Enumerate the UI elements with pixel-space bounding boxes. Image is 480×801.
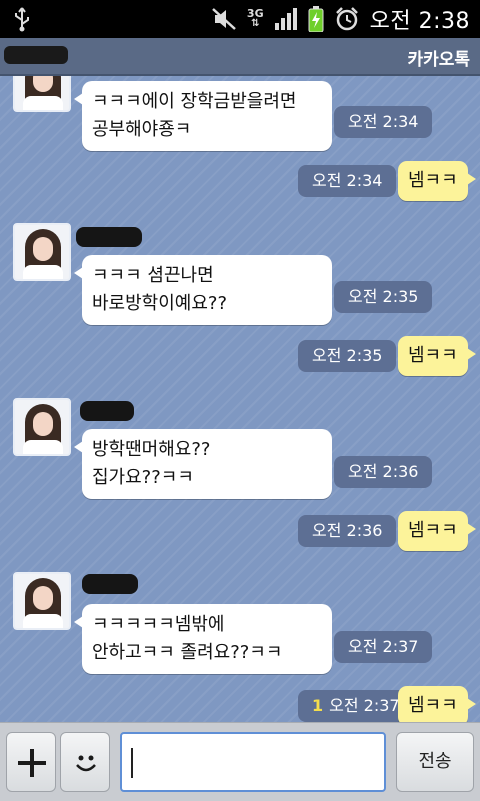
title-bar: 카카오톡 (0, 38, 480, 76)
sender-name-redacted (76, 227, 142, 247)
incoming-message-bubble[interactable]: ㅋㅋㅋㅋㅋ넴밖에 안하고ㅋㅋ 졸려요??ㅋㅋ (74, 604, 332, 674)
usb-icon (15, 7, 29, 32)
sender-name-redacted (82, 574, 138, 594)
sender-name-redacted (80, 401, 134, 421)
outgoing-message-bubble[interactable]: 넴ㅋㅋ (398, 336, 476, 376)
message-text-input[interactable] (120, 732, 386, 792)
plus-icon (18, 749, 46, 777)
status-icons: 3G ⇅ 오전 2:38 (211, 0, 470, 38)
message-time: 오전 2:36 (334, 456, 433, 488)
incoming-message-bubble[interactable]: ㅋㅋㅋ 셤끈나면 바로방학이예요?? (74, 255, 332, 325)
app-title: 카카오톡 (407, 50, 470, 70)
profile-avatar[interactable] (13, 223, 71, 281)
message-input-bar: 전송 (0, 722, 480, 801)
text-cursor (131, 748, 133, 778)
profile-avatar[interactable] (13, 76, 71, 112)
message-time: 오전 2:34 (298, 165, 397, 197)
alarm-icon (335, 7, 358, 31)
send-button[interactable]: 전송 (396, 732, 474, 792)
message-time: 오전 2:37 (334, 631, 433, 663)
clock: 오전 2:38 (369, 9, 470, 34)
message-time: 오전 2:36 (298, 515, 397, 547)
unread-count: 1 (312, 696, 324, 715)
battery-charging-icon (308, 6, 324, 32)
emoticon-icon (76, 755, 96, 772)
message-time: 오전 2:35 (298, 340, 397, 372)
chat-message-list[interactable]: ㅋㅋㅋ에이 장학금받을려면 공부해야죵ㅋ 오전 2:34 오전 2:34 넴ㅋㅋ… (0, 76, 480, 722)
incoming-message-bubble[interactable]: 방학땐머해요?? 집가요??ㅋㅋ (74, 429, 332, 499)
incoming-message-bubble[interactable]: ㅋㅋㅋ에이 장학금받을려면 공부해야죵ㅋ (74, 81, 332, 151)
mute-icon (212, 8, 236, 30)
outgoing-message-bubble[interactable]: 넴ㅋㅋ (398, 686, 476, 722)
profile-avatar[interactable] (13, 572, 71, 630)
message-time: 오전 2:34 (334, 106, 433, 138)
emoticon-button[interactable] (60, 732, 110, 792)
chat-partner-name-redacted (4, 46, 68, 64)
attach-button[interactable] (6, 732, 56, 792)
outgoing-message-bubble[interactable]: 넴ㅋㅋ (398, 161, 476, 201)
outgoing-message-bubble[interactable]: 넴ㅋㅋ (398, 511, 476, 551)
message-time: 1 오전 2:37 (298, 690, 414, 722)
signal-icon (274, 8, 297, 30)
message-time: 오전 2:35 (334, 281, 433, 313)
network-3g-icon: 3G ⇅ (246, 7, 264, 29)
status-bar: 3G ⇅ 오전 2:38 (0, 0, 480, 38)
profile-avatar[interactable] (13, 398, 71, 456)
